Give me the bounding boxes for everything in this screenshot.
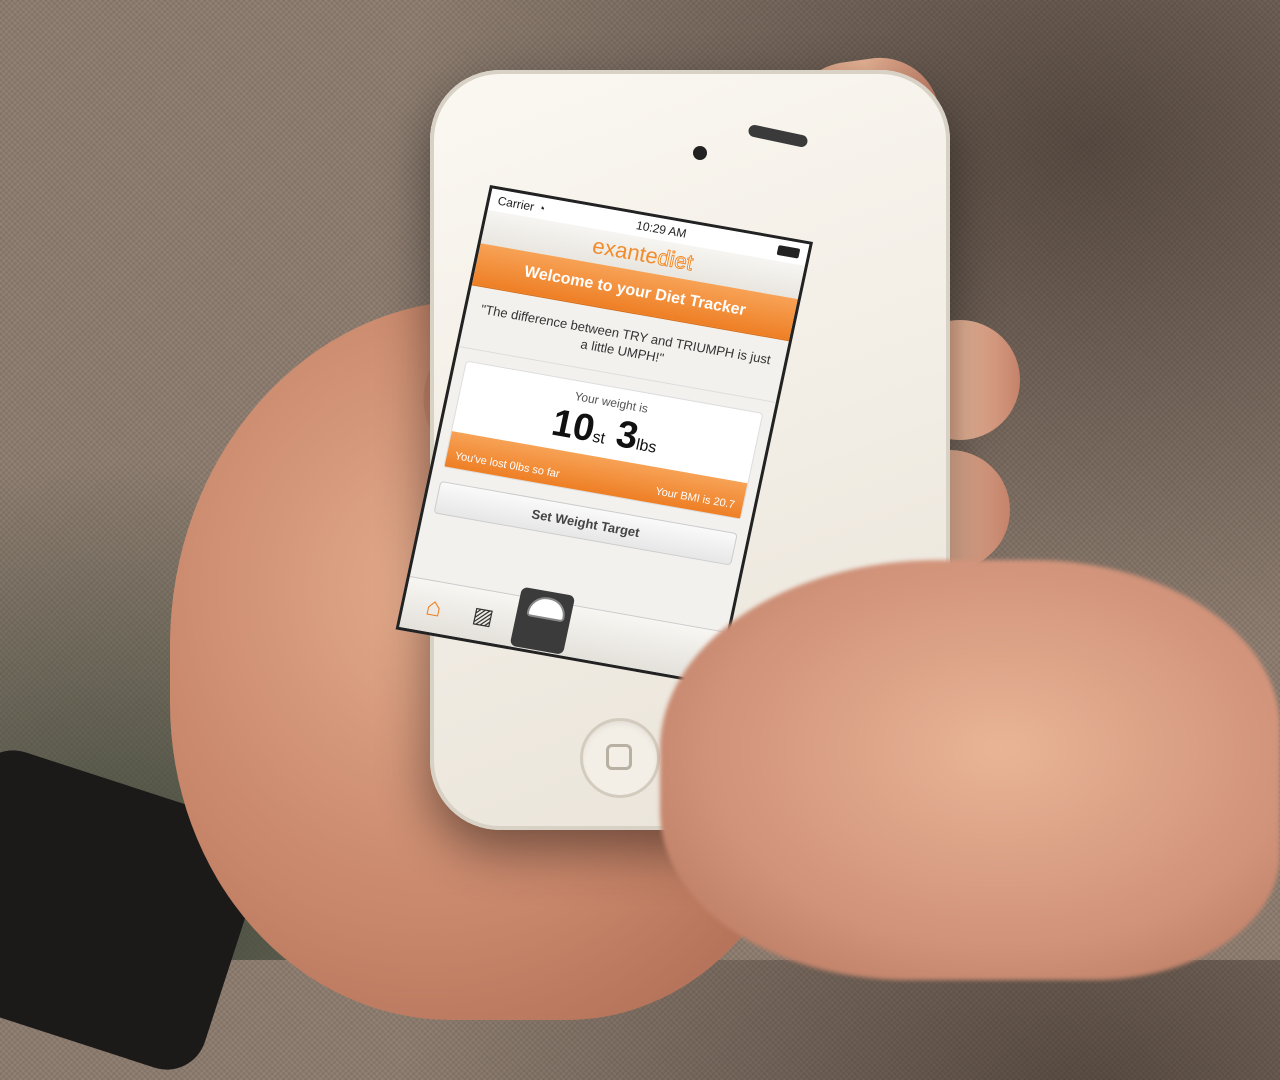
tab-progress[interactable]: ▨ (462, 595, 505, 636)
weight-pounds-unit: lbs (634, 436, 658, 457)
weight-lost-text: You've lost 0lbs so far (453, 449, 561, 481)
carrier-label: Carrier (496, 193, 536, 214)
wifi-icon: ◔ (536, 200, 547, 216)
scale-icon (526, 593, 569, 622)
home-square-icon (606, 744, 632, 770)
tab-home[interactable]: ⌂ (413, 586, 456, 627)
chart-icon: ▨ (470, 601, 497, 630)
front-camera (693, 146, 707, 160)
weight-stones-unit: st (590, 428, 607, 448)
tab-weigh-in[interactable] (509, 586, 576, 655)
bmi-text: Your BMI is 20.7 (654, 485, 736, 511)
right-hand (660, 560, 1280, 980)
logo-text-exante: exante (590, 233, 661, 269)
home-icon: ⌂ (423, 590, 445, 623)
logo-text-diet: diet (655, 244, 696, 276)
battery-icon (776, 245, 801, 259)
hardware-home-button[interactable] (580, 718, 660, 798)
